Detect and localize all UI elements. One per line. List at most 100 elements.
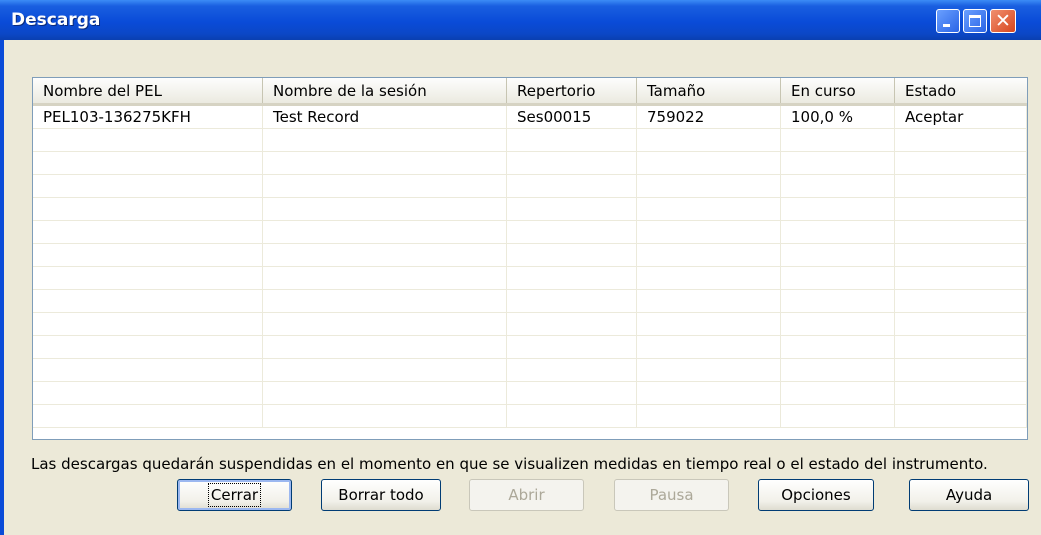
cell-progress [781,336,895,358]
cell-session-name [263,290,507,312]
cell-session-name [263,313,507,335]
table-row [33,198,1027,221]
cell-session-name [263,221,507,243]
cell-size [637,198,781,220]
cell-pel-name [33,359,263,381]
cell-status [895,244,1027,266]
table-row [33,221,1027,244]
cell-pel-name [33,405,263,427]
cell-directory [507,152,637,174]
table-row [33,359,1027,382]
table-row [33,152,1027,175]
cell-session-name [263,129,507,151]
column-header-session-name[interactable]: Nombre de la sesión [263,78,507,103]
cell-pel-name [33,382,263,404]
options-button[interactable]: Opciones [758,479,874,511]
cell-directory [507,221,637,243]
cell-size [637,244,781,266]
cell-session-name [263,152,507,174]
maximize-button[interactable] [963,9,987,33]
list-header: Nombre del PEL Nombre de la sesión Reper… [33,78,1027,106]
window-title: Descarga [11,10,101,30]
cell-status [895,129,1027,151]
cell-session-name [263,405,507,427]
pause-button[interactable]: Pausa [614,479,729,511]
cell-directory [507,267,637,289]
cell-directory [507,290,637,312]
cell-size [637,129,781,151]
cell-session-name [263,336,507,358]
download-list[interactable]: Nombre del PEL Nombre de la sesión Reper… [32,77,1028,440]
table-row [33,382,1027,405]
close-window-button[interactable]: ✕ [990,9,1016,33]
close-button-label: Cerrar [207,482,262,507]
cell-session-name [263,198,507,220]
cell-size [637,313,781,335]
window-border [0,40,4,535]
help-button[interactable]: Ayuda [909,479,1029,511]
download-window: Descarga ✕ Nombre del PEL Nombre de la s… [0,0,1041,535]
cell-size: 759022 [637,106,781,128]
table-row [33,175,1027,198]
cell-directory [507,313,637,335]
cell-directory [507,175,637,197]
cell-pel-name [33,336,263,358]
cell-progress [781,221,895,243]
cell-pel-name [33,198,263,220]
cell-size [637,336,781,358]
cell-session-name: Test Record [263,106,507,128]
cell-progress [781,405,895,427]
cell-progress [781,359,895,381]
cell-size [637,290,781,312]
column-header-size[interactable]: Tamaño [637,78,781,103]
cell-status [895,382,1027,404]
title-bar[interactable]: Descarga ✕ [0,0,1041,40]
cell-pel-name [33,129,263,151]
close-icon: ✕ [995,10,1011,32]
cell-session-name [263,244,507,266]
cell-directory [507,405,637,427]
cell-directory: Ses00015 [507,106,637,128]
table-row [33,129,1027,152]
column-header-pel-name[interactable]: Nombre del PEL [33,78,263,103]
table-row [33,267,1027,290]
cell-pel-name [33,290,263,312]
cell-status [895,359,1027,381]
table-row [33,290,1027,313]
cell-directory [507,336,637,358]
cell-progress [781,290,895,312]
cell-pel-name [33,267,263,289]
cell-pel-name [33,313,263,335]
cell-directory [507,382,637,404]
cell-size [637,221,781,243]
cell-status [895,336,1027,358]
cell-size [637,267,781,289]
column-header-progress[interactable]: En curso [781,78,895,103]
cell-pel-name [33,244,263,266]
cell-status [895,313,1027,335]
cell-status: Aceptar [895,106,1027,128]
cell-session-name [263,382,507,404]
clear-all-button[interactable]: Borrar todo [321,479,441,511]
table-row [33,244,1027,267]
cell-directory [507,198,637,220]
minimize-button[interactable] [936,9,960,33]
cell-pel-name: PEL103-136275KFH [33,106,263,128]
cell-pel-name [33,175,263,197]
cell-session-name [263,175,507,197]
cell-pel-name [33,152,263,174]
cell-status [895,267,1027,289]
cell-progress [781,244,895,266]
cell-progress [781,129,895,151]
open-button[interactable]: Abrir [469,479,584,511]
cell-status [895,198,1027,220]
table-row [33,336,1027,359]
cell-progress [781,313,895,335]
cell-progress [781,175,895,197]
cell-progress: 100,0 % [781,106,895,128]
close-button[interactable]: Cerrar [177,479,292,511]
column-header-directory[interactable]: Repertorio [507,78,637,103]
column-header-status[interactable]: Estado [895,78,1027,103]
cell-progress [781,198,895,220]
table-row[interactable]: PEL103-136275KFH Test Record Ses00015 75902… [33,106,1027,129]
